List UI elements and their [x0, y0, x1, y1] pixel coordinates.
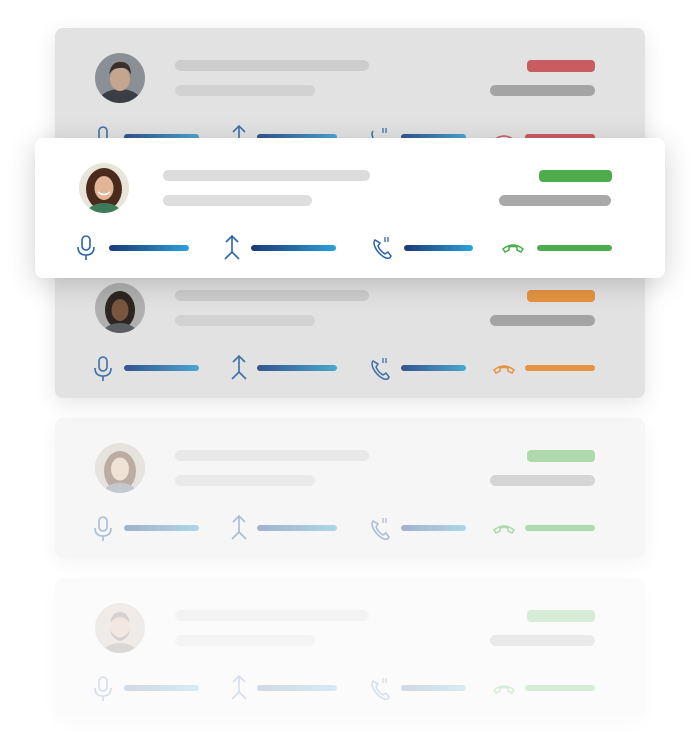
hang-up-icon[interactable]	[501, 235, 525, 261]
contact-card-2[interactable]	[35, 138, 665, 278]
merge-arrow-icon[interactable]	[220, 234, 244, 260]
detail-placeholder	[163, 195, 312, 206]
name-placeholder	[175, 450, 369, 461]
status-badge	[527, 290, 595, 302]
avatar	[79, 163, 129, 213]
avatar	[95, 443, 145, 493]
status-badge	[527, 610, 595, 622]
name-placeholder	[175, 290, 369, 301]
metric-bar	[124, 365, 199, 371]
metric-bar	[124, 685, 199, 691]
call-status-bar	[525, 525, 595, 531]
call-status-bar	[525, 685, 595, 691]
name-placeholder	[175, 610, 369, 621]
metric-bar	[251, 245, 336, 251]
metric-bar	[109, 245, 189, 251]
merge-arrow-icon[interactable]	[227, 354, 251, 380]
microphone-icon[interactable]	[91, 676, 115, 702]
hang-up-icon[interactable]	[492, 676, 516, 702]
merge-arrow-icon[interactable]	[227, 514, 251, 540]
merge-arrow-icon[interactable]	[227, 674, 251, 700]
metric-bar	[257, 365, 337, 371]
metric-bar	[401, 685, 466, 691]
status-detail-placeholder	[490, 475, 595, 486]
metric-bar	[401, 365, 466, 371]
avatar	[95, 603, 145, 653]
phone-ringing-icon[interactable]	[371, 235, 395, 261]
microphone-icon[interactable]	[91, 516, 115, 542]
microphone-icon[interactable]	[74, 235, 98, 261]
contact-card-3[interactable]	[55, 258, 645, 398]
status-detail-placeholder	[490, 635, 595, 646]
detail-placeholder	[175, 635, 315, 646]
call-status-bar	[537, 245, 612, 251]
metric-bar	[404, 245, 473, 251]
avatar	[95, 283, 145, 333]
contact-card-4[interactable]	[55, 418, 645, 558]
detail-placeholder	[175, 475, 315, 486]
metric-bar	[257, 525, 337, 531]
contact-card-5[interactable]	[55, 578, 645, 718]
status-detail-placeholder	[490, 315, 595, 326]
hang-up-icon[interactable]	[492, 516, 516, 542]
call-status-bar	[525, 365, 595, 371]
detail-placeholder	[175, 315, 315, 326]
phone-ringing-icon[interactable]	[369, 356, 393, 382]
metric-bar	[401, 525, 466, 531]
status-detail-placeholder	[499, 195, 611, 206]
name-placeholder	[163, 170, 370, 181]
microphone-icon[interactable]	[91, 356, 115, 382]
hang-up-icon[interactable]	[492, 356, 516, 382]
status-badge	[539, 170, 612, 182]
status-badge	[527, 450, 595, 462]
metric-bar	[124, 525, 199, 531]
phone-ringing-icon[interactable]	[369, 676, 393, 702]
metric-bar	[257, 685, 337, 691]
phone-ringing-icon[interactable]	[369, 516, 393, 542]
